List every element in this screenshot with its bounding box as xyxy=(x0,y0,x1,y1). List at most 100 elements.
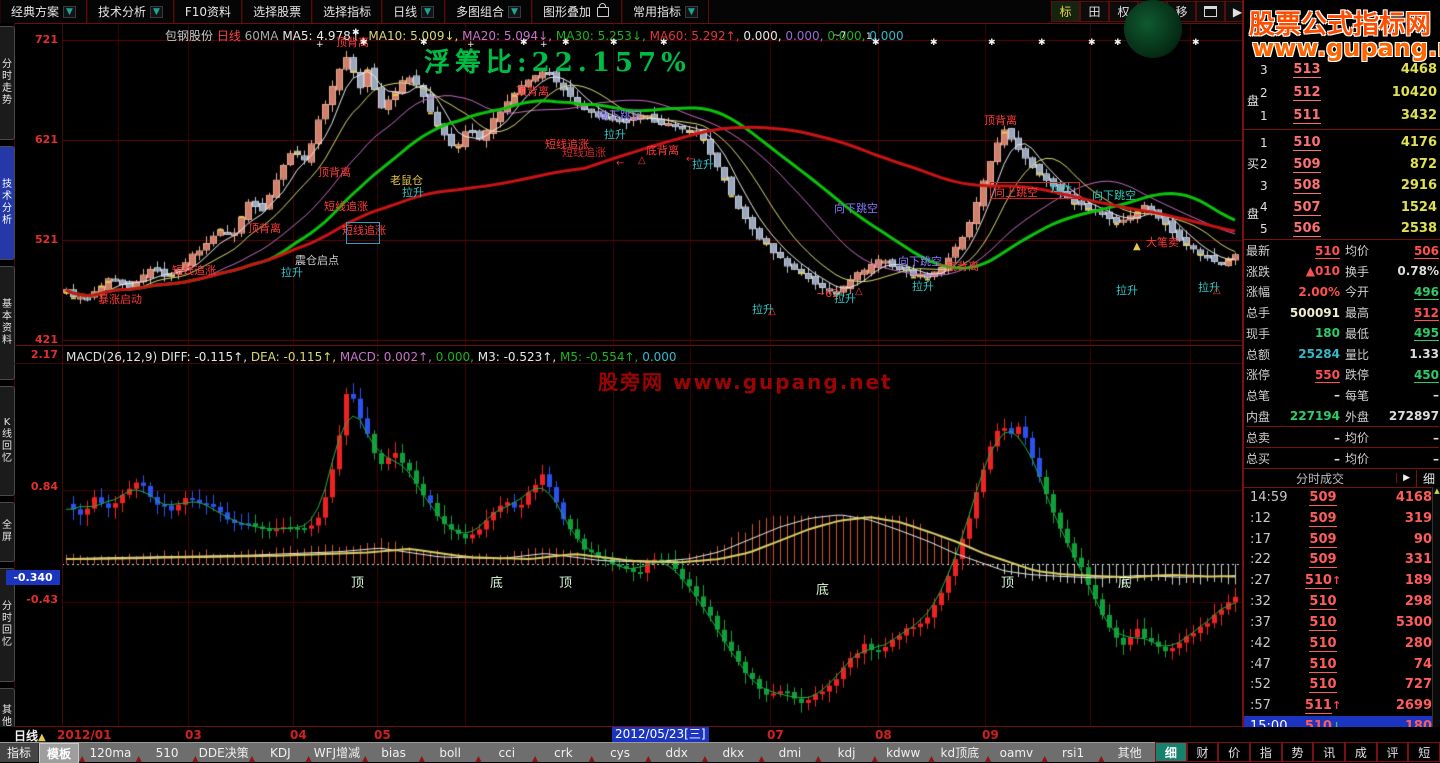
menu-item-F10资料[interactable]: F10资料 xyxy=(173,0,243,23)
chevron-down-icon[interactable]: ▼ xyxy=(63,5,76,18)
indicator-tab-cci[interactable]: cci xyxy=(482,746,532,760)
menu-item-选择指标[interactable]: 选择指标 xyxy=(312,0,383,23)
chart-annotation: 拉升 xyxy=(402,186,424,199)
stat-value: 1.33 xyxy=(1409,347,1439,361)
depth-row[interactable]: 4 507 1524 xyxy=(1260,196,1437,219)
indicator-tab-其他[interactable]: 其他 xyxy=(1104,744,1154,761)
depth-row[interactable]: 2 509 872 xyxy=(1260,153,1437,176)
signal-star-icon: ✱ xyxy=(660,38,668,48)
indicator-tab-WFJ增减[interactable]: WFJ增减 xyxy=(312,744,362,761)
menu-item-多图组合[interactable]: 多图组合 ▼ xyxy=(445,0,532,23)
indicator-tab-cys[interactable]: cys xyxy=(595,746,645,760)
chevron-down-icon[interactable]: ▼ xyxy=(685,5,698,18)
axis-label: 2.17 xyxy=(30,348,58,361)
quote-tab-指[interactable]: 指 xyxy=(1250,742,1282,762)
menu-item-图形叠加[interactable]: 图形叠加 xyxy=(531,0,622,23)
quote-tab-财[interactable]: 财 xyxy=(1186,742,1219,762)
expand-icon[interactable]: ▶ xyxy=(1396,473,1416,483)
stat-row: 总买 – 均价 – xyxy=(1246,447,1439,469)
sidebar-tab-基本资料[interactable]: 基本资料 xyxy=(0,266,15,380)
tick-row[interactable]: 14:59 509 4168 xyxy=(1244,487,1434,508)
tick-row[interactable]: :42 510 280 xyxy=(1244,633,1434,654)
menu-item-日线[interactable]: 日线 ▼ xyxy=(382,0,446,23)
menu-item-label: 日线 xyxy=(393,5,418,19)
sidebar-tab-分时回忆[interactable]: 分时回忆 xyxy=(0,568,15,682)
menu-item-label: 选择指标 xyxy=(323,5,372,19)
menu-item-经典方案[interactable]: 经典方案 ▼ xyxy=(0,0,87,23)
indicator-tab-crk[interactable]: crk xyxy=(538,746,588,760)
left-arrow-icon: ← xyxy=(616,158,625,169)
indicator-tab-oamv[interactable]: oamv xyxy=(991,746,1041,760)
depth-row[interactable]: 5 506 2538 xyxy=(1260,217,1437,240)
indicator-tab-120ma[interactable]: 120ma xyxy=(85,746,135,760)
quote-tab-短[interactable]: 短 xyxy=(1408,742,1440,762)
stat-label: 换手 xyxy=(1345,264,1370,279)
quote-tab-成[interactable]: 成 xyxy=(1345,742,1377,762)
tick-row[interactable]: :12 509 319 xyxy=(1244,508,1434,529)
header-segment: M3: -0.523↑, xyxy=(477,350,560,364)
tick-row[interactable]: :57 511↑ 2699 xyxy=(1244,695,1434,716)
stat-value: 495 xyxy=(1413,326,1439,342)
tick-time: :32 xyxy=(1250,594,1271,610)
tick-row[interactable]: :27 510↑ 189 xyxy=(1244,570,1434,591)
gupang-inline-watermark: 股旁网 www.gupang.net xyxy=(598,370,893,394)
depth-row[interactable]: 3 508 2916 xyxy=(1260,174,1437,197)
stat-row: 现手 180 最低 495 xyxy=(1246,323,1439,344)
depth-price: 509 xyxy=(1293,156,1321,173)
indicator-tab-kdww[interactable]: kdww xyxy=(878,746,928,760)
tool-button-标[interactable]: 标 xyxy=(1051,1,1080,22)
menu-item-选择股票[interactable]: 选择股票 xyxy=(242,0,313,23)
menu-item-label: 选择股票 xyxy=(253,5,302,19)
menu-item-常用指标[interactable]: 常用指标 ▼ xyxy=(621,0,709,23)
indicator-tab-kd顶底[interactable]: kd顶底 xyxy=(935,744,985,761)
scrollbar[interactable]: ▲▼ xyxy=(1432,487,1440,737)
depth-row[interactable]: 1 511 3432 xyxy=(1260,104,1437,127)
indicator-tab-DDE决策[interactable]: DDE决策 xyxy=(198,744,249,761)
indicator-tab-rsi1[interactable]: rsi1 xyxy=(1048,746,1098,760)
indicator-tab-dkx[interactable]: dkx xyxy=(708,746,758,760)
chevron-down-icon[interactable]: ▼ xyxy=(421,5,435,18)
depth-row[interactable]: 1 510 4176 xyxy=(1260,131,1437,154)
tool-button-田[interactable]: 田 xyxy=(1080,1,1109,22)
macd-indicator-chart[interactable] xyxy=(62,348,1243,727)
tool-button-win[interactable] xyxy=(1196,1,1225,22)
quote-tab-评[interactable]: 评 xyxy=(1376,742,1409,762)
footer-tab-模板[interactable]: 模板 xyxy=(39,742,80,763)
indicator-tab-ddx[interactable]: ddx xyxy=(651,746,701,760)
quote-tab-势[interactable]: 势 xyxy=(1281,742,1314,762)
tick-time: :27 xyxy=(1250,573,1271,589)
tick-row[interactable]: :47 510 74 xyxy=(1244,654,1434,675)
tick-time: :17 xyxy=(1250,531,1271,547)
indicator-tab-dmi[interactable]: dmi xyxy=(765,746,815,760)
tick-list[interactable]: 14:59 509 4168:12 509 319:17 509 90:22 509 331:2… xyxy=(1244,487,1434,737)
header-segment: 0.000, xyxy=(743,29,786,43)
footer-tab-指标[interactable]: 指标 xyxy=(0,743,40,762)
tick-volume: 280 xyxy=(1404,635,1432,651)
quote-tab-细[interactable]: 细 xyxy=(1155,742,1187,762)
sidebar-tab-全屏[interactable]: 全屏 xyxy=(0,502,15,562)
chevron-down-icon[interactable]: ▼ xyxy=(149,5,163,18)
tick-row[interactable]: :32 510 298 xyxy=(1244,591,1434,612)
tick-volume: 4168 xyxy=(1395,489,1432,505)
header-segment: 0.000 xyxy=(642,350,677,364)
depth-row[interactable]: 2 512 10420 xyxy=(1260,81,1437,104)
triangle-marker-icon: ▲ xyxy=(1133,241,1141,252)
indicator-tab-bias[interactable]: bias xyxy=(368,746,418,760)
indicator-tab-boll[interactable]: boll xyxy=(425,746,475,760)
tick-row[interactable]: :52 510 727 xyxy=(1244,674,1434,695)
chart-annotation: 拉升 xyxy=(912,280,934,293)
tick-row[interactable]: :22 509 331 xyxy=(1244,549,1434,570)
tick-row[interactable]: :37 510 5300 xyxy=(1244,612,1434,633)
chevron-down-icon[interactable]: ▼ xyxy=(508,5,521,18)
detail-tab[interactable]: 细 xyxy=(1415,469,1440,487)
stat-row: 涨跌 ▲010 换手 0.78% xyxy=(1246,261,1439,282)
tick-row[interactable]: :17 509 90 xyxy=(1244,529,1434,550)
depth-volume: 10420 xyxy=(1391,85,1437,100)
indicator-tab-510[interactable]: 510 xyxy=(142,746,192,760)
quote-tab-价[interactable]: 价 xyxy=(1218,742,1251,762)
menu-item-技术分析[interactable]: 技术分析 ▼ xyxy=(86,0,174,23)
indicator-tab-kdj[interactable]: kdj xyxy=(821,746,871,760)
tick-list-header[interactable]: 分时成交 ▶ 细 xyxy=(1244,468,1440,488)
indicator-tab-KDJ[interactable]: KDJ xyxy=(255,746,305,760)
quote-tab-讯[interactable]: 讯 xyxy=(1313,742,1346,762)
